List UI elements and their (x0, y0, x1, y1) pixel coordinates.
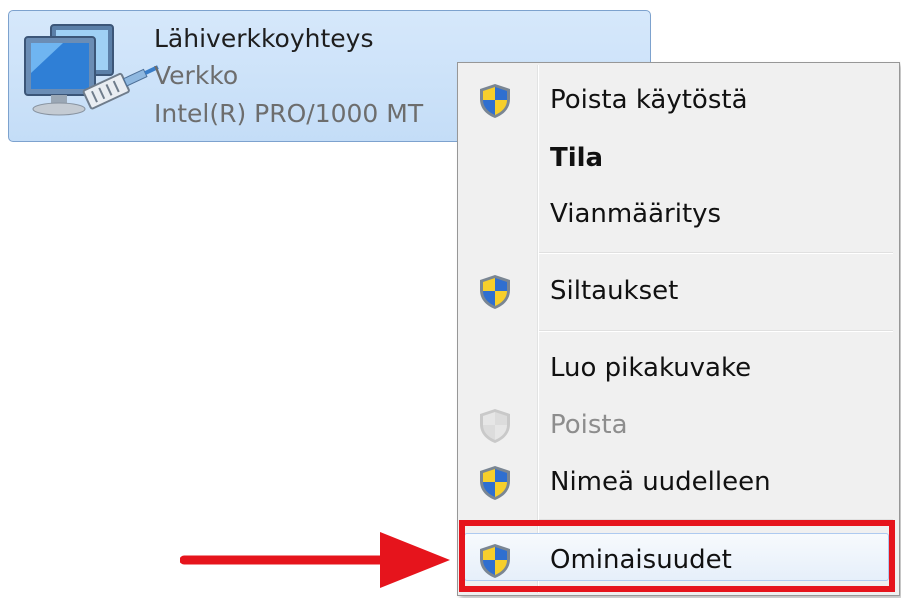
menu-separator (539, 252, 893, 254)
adapter-device: Intel(R) PRO/1000 MT (154, 99, 424, 128)
menu-item-create-shortcut[interactable]: Luo pikakuvake (460, 339, 895, 397)
network-computer-icon (24, 24, 159, 116)
menu-item-disable[interactable]: Poista käytöstä (460, 71, 895, 129)
context-menu: Poista käytöstä Tila Vianmääritys Siltau… (457, 62, 900, 596)
menu-item-label: Luo pikakuvake (550, 353, 752, 383)
uac-shield-icon (480, 466, 510, 500)
menu-item-label: Tila (550, 143, 604, 173)
menu-item-delete: Poista (460, 396, 895, 454)
uac-shield-icon (480, 275, 510, 309)
menu-item-bridge[interactable]: Siltaukset (460, 262, 895, 320)
red-arrow-icon (180, 532, 450, 588)
menu-item-label: Vianmääritys (550, 199, 722, 229)
menu-item-label: Siltaukset (550, 276, 679, 306)
menu-item-label: Nimeä uudelleen (550, 467, 771, 497)
menu-item-label: Poista (550, 410, 628, 440)
adapter-network: Verkko (154, 61, 239, 90)
menu-item-diagnose[interactable]: Vianmääritys (460, 185, 895, 243)
adapter-name: Lähiverkkoyhteys (154, 24, 374, 53)
uac-shield-icon (480, 409, 510, 443)
menu-item-label: Poista käytöstä (550, 85, 748, 115)
annotation-highlight-box (459, 520, 895, 592)
menu-separator (539, 330, 893, 332)
uac-shield-icon (480, 84, 510, 118)
menu-item-rename[interactable]: Nimeä uudelleen (460, 453, 895, 511)
menu-item-status[interactable]: Tila (460, 129, 895, 187)
